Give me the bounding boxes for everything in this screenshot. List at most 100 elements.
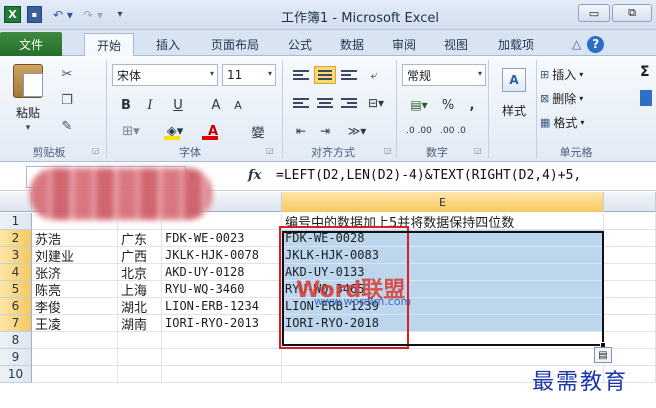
cell-b[interactable] (32, 349, 118, 366)
align-middle-icon[interactable] (314, 66, 336, 84)
cell-f[interactable] (604, 281, 656, 298)
cell-c[interactable]: 广西 (118, 247, 162, 264)
help-icon[interactable]: ? (587, 35, 605, 53)
cell-d[interactable] (162, 332, 282, 349)
dialog-launcher-icon[interactable]: ◲ (384, 146, 392, 155)
italic-button[interactable]: I (140, 94, 160, 116)
tab-formulas[interactable]: 公式 (280, 33, 320, 56)
cell-b[interactable]: 刘建业 (32, 247, 118, 264)
row-header[interactable]: 4 (0, 264, 32, 281)
phonetic-button[interactable]: 變 (240, 120, 276, 142)
column-header-e[interactable]: E (282, 192, 604, 212)
column-header-f[interactable] (604, 192, 656, 212)
paste-options-icon[interactable]: ▤ (594, 347, 612, 363)
tab-file[interactable]: 文件 (0, 32, 62, 56)
cell-d[interactable]: RYU-WQ-3460 (162, 281, 282, 298)
copy-icon[interactable]: ❐ (56, 90, 78, 110)
insert-cells-button[interactable]: ⊞ 插入 ▾ (540, 64, 583, 84)
cell-c[interactable] (118, 366, 162, 383)
row-header[interactable]: 7 (0, 315, 32, 332)
cell-d[interactable]: JKLK-HJK-0078 (162, 247, 282, 264)
row-header[interactable]: 6 (0, 298, 32, 315)
delete-cells-button[interactable]: ⊠ 删除 ▾ (540, 88, 583, 108)
cell-c[interactable] (118, 349, 162, 366)
row-header[interactable]: 2 (0, 230, 32, 247)
restore-button[interactable]: ⧉ (612, 4, 652, 22)
cell-b[interactable]: 陈亮 (32, 281, 118, 298)
font-name-select[interactable]: 宋体 ▾ (112, 64, 218, 86)
shrink-font-button[interactable]: A (228, 94, 248, 116)
cell-b[interactable] (32, 332, 118, 349)
comma-button[interactable]: , (462, 94, 482, 116)
redo-icon[interactable]: ↷ ▾ (80, 6, 106, 23)
cell-d[interactable]: LION-ERB-1234 (162, 298, 282, 315)
tab-add-ins[interactable]: 加载项 (490, 33, 542, 56)
cell-e[interactable]: JKLK-HJK-0083 (282, 247, 604, 264)
merge-center-icon[interactable]: ⊟▾ (362, 92, 390, 114)
row-header[interactable]: 5 (0, 281, 32, 298)
cut-icon[interactable]: ✂ (56, 64, 78, 84)
decrease-indent-icon[interactable]: ⇤ (290, 120, 312, 142)
cell-b[interactable]: 王凌 (32, 315, 118, 332)
underline-button[interactable]: U (164, 94, 192, 116)
paste-button[interactable]: 粘贴 ▾ (6, 60, 50, 136)
cell-f[interactable] (604, 315, 656, 332)
cell-c[interactable]: 广东 (118, 230, 162, 247)
tab-page-layout[interactable]: 页面布局 (202, 33, 268, 56)
select-all-corner[interactable] (0, 192, 32, 212)
number-format-select[interactable]: 常规 ▾ (402, 64, 486, 86)
align-center-icon[interactable] (314, 94, 336, 112)
cell-f[interactable] (604, 213, 656, 230)
align-top-icon[interactable] (290, 66, 312, 84)
increase-indent-icon[interactable]: ⇥ (314, 120, 336, 142)
align-right-icon[interactable] (338, 94, 360, 112)
cell-e[interactable]: IORI-RYO-2018 (282, 315, 604, 332)
tab-view[interactable]: 视图 (436, 33, 476, 56)
cell-d[interactable]: IORI-RYO-2013 (162, 315, 282, 332)
dialog-launcher-icon[interactable]: ◲ (266, 146, 274, 155)
row-header[interactable]: 10 (0, 366, 32, 383)
cell-f[interactable] (604, 230, 656, 247)
grow-font-button[interactable]: A (206, 94, 226, 116)
tab-home[interactable]: 开始 (84, 33, 134, 56)
dialog-launcher-icon[interactable]: ◲ (92, 146, 100, 155)
dialog-launcher-icon[interactable]: ◲ (474, 146, 482, 155)
quick-access-menu-icon[interactable]: ▾ (112, 6, 128, 23)
tab-data[interactable]: 数据 (332, 33, 372, 56)
align-left-icon[interactable] (290, 94, 312, 112)
formula-input[interactable]: =LEFT(D2,LEN(D2)-4)&TEXT(RIGHT(D2,4)+5, (276, 168, 656, 183)
cell-d[interactable] (162, 349, 282, 366)
cell-b[interactable]: 李俊 (32, 298, 118, 315)
cell-d[interactable]: FDK-WE-0023 (162, 230, 282, 247)
ribbon-collapse-icon[interactable]: △ (572, 37, 581, 51)
tab-insert[interactable]: 插入 (146, 33, 190, 56)
border-icon[interactable]: ⊞▾ (116, 120, 146, 142)
increase-decimal-button[interactable]: .0 .00 (404, 120, 434, 142)
cell-d[interactable] (162, 366, 282, 383)
format-cells-button[interactable]: ▦ 格式 ▾ (540, 112, 584, 132)
minimize-button[interactable]: ▭ (578, 4, 610, 22)
wrap-text-icon[interactable]: ⤶ (364, 64, 384, 86)
insert-function-icon[interactable]: fx (248, 168, 261, 183)
cell-f[interactable] (604, 247, 656, 264)
decrease-decimal-button[interactable]: .00 .0 (438, 120, 468, 142)
cell-b[interactable]: 苏浩 (32, 230, 118, 247)
cell-e[interactable]: FDK-WE-0028 (282, 230, 604, 247)
row-header[interactable]: 1 (0, 213, 32, 230)
row-header[interactable]: 9 (0, 349, 32, 366)
save-icon[interactable]: ▪ (27, 6, 42, 23)
cell-c[interactable]: 北京 (118, 264, 162, 281)
cell-f[interactable] (604, 298, 656, 315)
cell-c[interactable]: 湖南 (118, 315, 162, 332)
cell-e[interactable] (282, 332, 604, 349)
tab-review[interactable]: 审阅 (384, 33, 424, 56)
cell-d[interactable]: AKD-UY-0128 (162, 264, 282, 281)
undo-icon[interactable]: ↶ ▾ (50, 6, 76, 23)
cell-c[interactable]: 湖北 (118, 298, 162, 315)
cell-e[interactable]: 编号中的数据加上5并将数据保持四位数 (282, 213, 604, 230)
cell-b[interactable]: 张济 (32, 264, 118, 281)
cell-c[interactable] (118, 332, 162, 349)
currency-icon[interactable]: ▤▾ (404, 94, 434, 116)
font-size-select[interactable]: 11 ▾ (222, 64, 276, 86)
orientation-icon[interactable]: ≫▾ (342, 120, 372, 142)
